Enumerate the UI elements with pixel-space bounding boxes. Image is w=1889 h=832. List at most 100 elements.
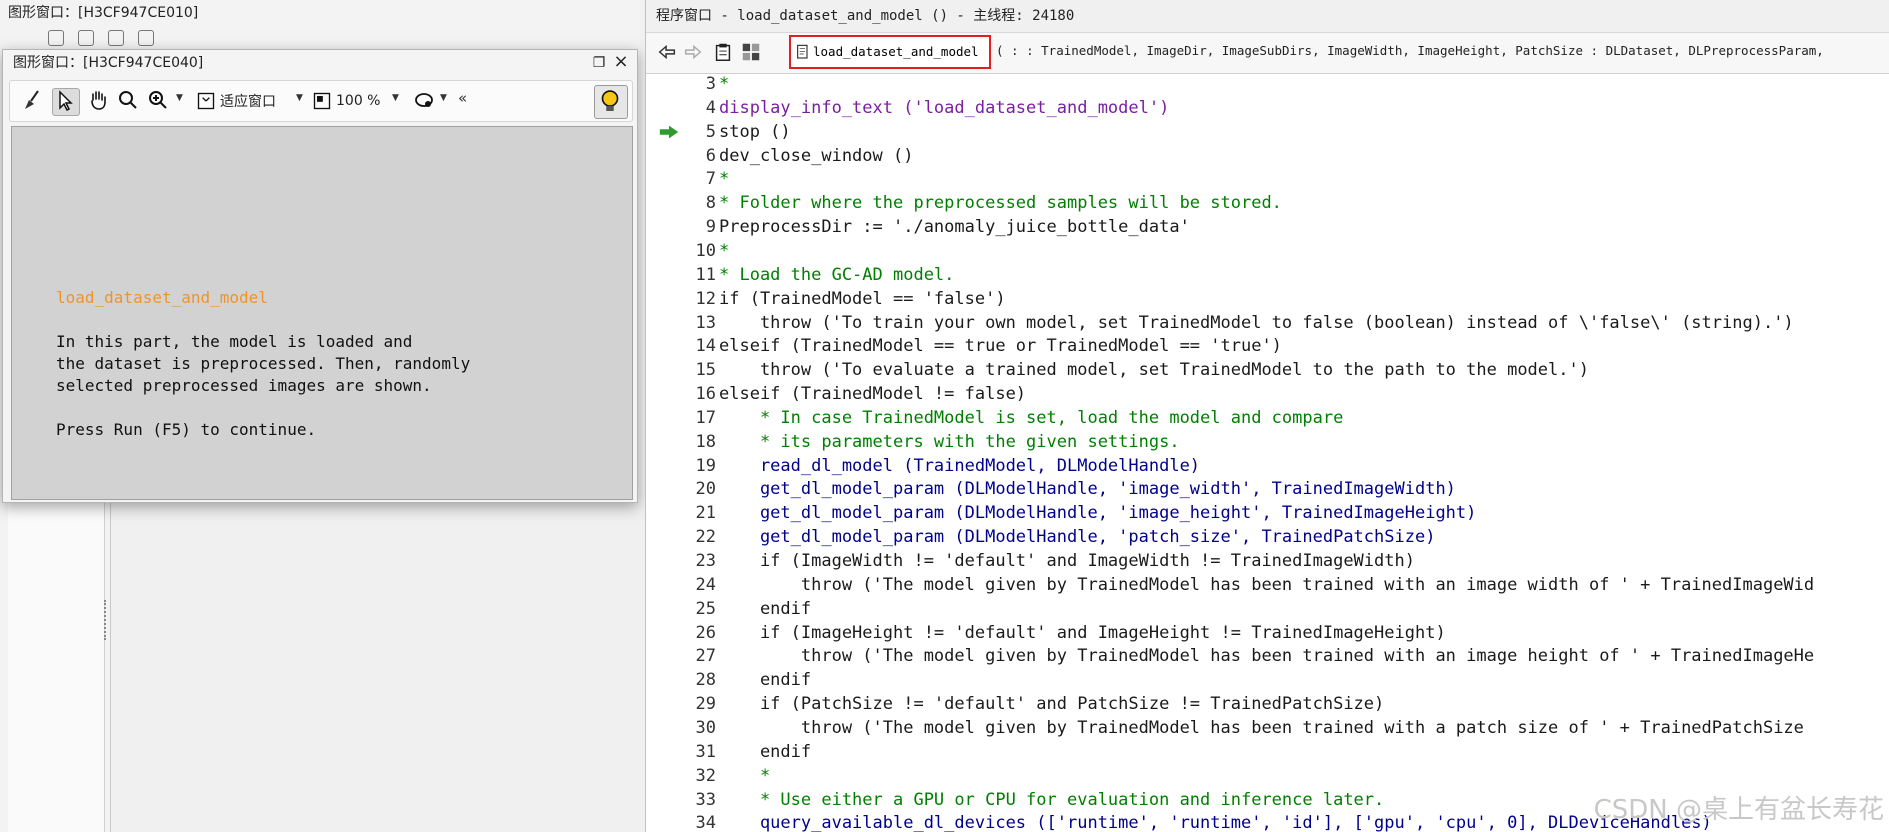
magnifier-icon[interactable] — [116, 88, 142, 114]
code-line[interactable]: 28 endif — [646, 668, 1889, 692]
zoom-label: 100 % — [336, 93, 381, 109]
code-text: if (ImageHeight != 'default' and ImageHe… — [719, 622, 1446, 643]
more-tools-icon[interactable]: « — [458, 89, 467, 107]
line-number: 33 — [695, 789, 716, 810]
info-paragraph: In this part, the model is loaded and th… — [56, 332, 471, 395]
forward-arrow-icon[interactable] — [682, 41, 706, 65]
draw-mode-icon[interactable] — [412, 88, 438, 114]
code-text: get_dl_model_param (DLModelHandle, 'imag… — [719, 503, 1477, 524]
procedure-selector[interactable]: load_dataset_and_model — [789, 35, 991, 69]
line-number: 20 — [695, 479, 716, 500]
program-window-title: 程序窗口 - load_dataset_and_model () - 主线程: … — [656, 8, 1075, 24]
line-number: 16 — [695, 384, 716, 405]
bg-toolbar-icon[interactable] — [78, 30, 94, 46]
line-number: 9 — [705, 217, 716, 238]
program-window: 程序窗口 - load_dataset_and_model () - 主线程: … — [645, 0, 1889, 832]
code-line[interactable]: 8 * Folder where the preprocessed samples… — [646, 191, 1889, 215]
fit-window-label: 适应窗口 — [220, 94, 276, 110]
code-line[interactable]: 16 elseif (TrainedModel != false) — [646, 382, 1889, 406]
line-number: 25 — [695, 598, 716, 619]
back-arrow-icon[interactable] — [656, 41, 680, 65]
bg-toolbar-icon[interactable] — [48, 30, 64, 46]
zoom-combo[interactable]: 100 % — [312, 88, 380, 114]
bg-window-toolbar — [8, 26, 628, 48]
code-text: if (ImageWidth != 'default' and ImageWid… — [719, 551, 1415, 571]
zoom-in-icon[interactable] — [146, 88, 172, 114]
line-number: 10 — [695, 240, 716, 261]
zoom-frame-icon — [313, 92, 331, 110]
floating-window-titlebar[interactable]: 图形窗口：[H3CF947CE040] ❐ × — [3, 50, 637, 76]
code-line[interactable]: 5 stop () — [646, 120, 1889, 144]
procedure-document-icon — [797, 44, 808, 59]
code-line[interactable]: 29 if (PatchSize != 'default' and PatchS… — [646, 692, 1889, 716]
code-text: display_info_text ('load_dataset_and_mod… — [719, 97, 1170, 118]
line-number: 11 — [695, 264, 716, 285]
code-line[interactable]: 18 * its parameters with the given setti… — [646, 430, 1889, 454]
code-text: * Use either a GPU or CPU for evaluation… — [719, 789, 1385, 810]
code-line[interactable]: 17 * In case TrainedModel is set, load t… — [646, 406, 1889, 430]
code-line[interactable]: 11 * Load the GC-AD model. — [646, 263, 1889, 287]
code-line[interactable]: 31 endif — [646, 740, 1889, 764]
info-text-box: load_dataset_and_model In this part, the… — [56, 287, 616, 463]
line-number: 13 — [695, 312, 716, 333]
hand-pan-icon[interactable] — [86, 88, 112, 114]
graphics-canvas[interactable]: load_dataset_and_model In this part, the… — [11, 126, 633, 500]
code-line[interactable]: 23 if (ImageWidth != 'default' and Image… — [646, 549, 1889, 573]
chevron-down-icon[interactable]: ▼ — [392, 93, 399, 103]
chevron-down-icon[interactable]: ▼ — [296, 93, 303, 103]
code-line[interactable]: 9 PreprocessDir := './anomaly_juice_bottl… — [646, 215, 1889, 239]
code-line[interactable]: 4 display_info_text ('load_dataset_and_mo… — [646, 96, 1889, 120]
line-number: 18 — [695, 431, 716, 452]
close-icon[interactable]: × — [613, 53, 629, 71]
grid-view-icon[interactable] — [740, 41, 764, 65]
restore-icon[interactable]: ❐ — [591, 55, 607, 71]
code-line[interactable]: 15 throw ('To evaluate a trained model, … — [646, 358, 1889, 382]
code-editor[interactable]: 3 * 4 display_info_text ('load_dataset_and_… — [646, 74, 1889, 832]
bg-toolbar-icon[interactable] — [138, 30, 154, 46]
code-line[interactable]: 7 * — [646, 167, 1889, 191]
program-window-titlebar[interactable]: 程序窗口 - load_dataset_and_model () - 主线程: … — [646, 0, 1889, 33]
line-number: 30 — [695, 717, 716, 738]
line-number: 5 — [705, 121, 716, 142]
code-text: * — [719, 169, 730, 190]
lightbulb-icon[interactable] — [594, 85, 628, 119]
fit-window-icon — [197, 92, 215, 110]
chevron-down-icon[interactable]: ▼ — [176, 93, 183, 103]
line-number: 19 — [695, 455, 716, 476]
code-line[interactable]: 20 get_dl_model_param (DLModelHandle, 'i… — [646, 477, 1889, 501]
code-line[interactable]: 26 if (ImageHeight != 'default' and Imag… — [646, 621, 1889, 645]
fit-window-combo[interactable]: 适应窗口 — [196, 88, 276, 114]
code-line[interactable]: 30 throw ('The model given by TrainedMod… — [646, 716, 1889, 740]
code-line[interactable]: 22 get_dl_model_param (DLModelHandle, 'p… — [646, 525, 1889, 549]
chevron-down-icon[interactable]: ▼ — [440, 93, 447, 103]
info-continue-hint: Press Run (F5) to continue. — [56, 420, 317, 439]
line-number: 31 — [695, 741, 716, 762]
procedure-signature: ( : : TrainedModel, ImageDir, ImageSubDi… — [996, 43, 1824, 58]
code-text: throw ('To train your own model, set Tra… — [719, 312, 1794, 333]
code-line[interactable]: 12 if (TrainedModel == 'false') — [646, 287, 1889, 311]
code-text: * In case TrainedModel is set, load the … — [719, 407, 1344, 428]
line-number: 28 — [695, 670, 716, 691]
clear-broom-icon[interactable] — [20, 88, 46, 114]
code-text: endif — [719, 598, 812, 619]
pointer-icon[interactable] — [52, 88, 80, 116]
bg-canvas — [110, 500, 640, 832]
code-line[interactable]: 25 endif — [646, 597, 1889, 621]
code-text: elseif (TrainedModel != false) — [719, 384, 1027, 405]
line-number: 23 — [695, 551, 716, 571]
code-line[interactable]: 13 throw ('To train your own model, set … — [646, 311, 1889, 335]
watermark-text: CSDN @桌上有盆长寿花 — [1593, 795, 1884, 825]
code-line[interactable]: 32 * — [646, 764, 1889, 788]
code-line[interactable]: 19 read_dl_model (TrainedModel, DLModelH… — [646, 454, 1889, 478]
code-line[interactable]: 24 throw ('The model given by TrainedMod… — [646, 573, 1889, 597]
code-line[interactable]: 3 * — [646, 74, 1889, 96]
code-line[interactable]: 27 throw ('The model given by TrainedMod… — [646, 644, 1889, 668]
code-text: dev_close_window () — [719, 145, 914, 166]
code-line[interactable]: 14 elseif (TrainedModel == true or Traine… — [646, 334, 1889, 358]
clipboard-icon[interactable] — [712, 41, 736, 65]
code-line[interactable]: 10 * — [646, 239, 1889, 263]
bg-toolbar-icon[interactable] — [108, 30, 124, 46]
code-line[interactable]: 21 get_dl_model_param (DLModelHandle, 'i… — [646, 501, 1889, 525]
code-text: get_dl_model_param (DLModelHandle, 'patc… — [719, 527, 1436, 548]
code-line[interactable]: 6 dev_close_window () — [646, 144, 1889, 168]
